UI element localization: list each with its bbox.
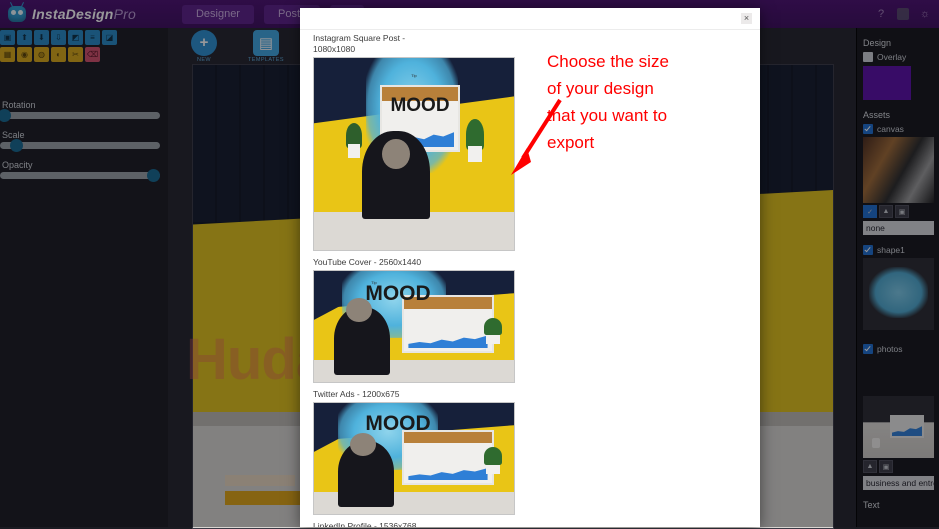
size-option-linkedin-profile[interactable]: LinkedIn Profile - 1536x768 MOOD xyxy=(313,521,528,527)
annotation-text: Choose the size of your design that you … xyxy=(547,52,669,152)
export-size-list: Instagram Square Post - 1080x1080 Tip MO… xyxy=(313,33,528,527)
size-label-youtube: YouTube Cover - 2560x1440 xyxy=(313,257,422,267)
thumb-kicker-1: Tip xyxy=(411,73,417,79)
instagram-square-thumb[interactable]: Tip MOOD xyxy=(313,57,515,251)
youtube-cover-thumb[interactable]: Tip MOOD xyxy=(313,270,515,383)
down-left-arrow xyxy=(511,98,562,175)
size-option-youtube-cover[interactable]: YouTube Cover - 2560x1440 Tip MOOD xyxy=(313,257,528,383)
size-label-linkedin: LinkedIn Profile - 1536x768 xyxy=(313,521,417,527)
modal-header: × xyxy=(300,8,760,30)
close-icon[interactable]: × xyxy=(741,13,752,24)
size-option-twitter-ads[interactable]: Twitter Ads - 1200x675 MOOD xyxy=(313,389,528,515)
thumb-headline-3: MOOD xyxy=(365,411,431,435)
size-label-twitter: Twitter Ads - 1200x675 xyxy=(313,389,400,399)
thumb-headline-1: MOOD xyxy=(390,94,450,116)
twitter-ads-thumb[interactable]: MOOD xyxy=(313,402,515,515)
size-label-instagram: Instagram Square Post - 1080x1080 xyxy=(313,33,406,54)
size-option-instagram-square[interactable]: Instagram Square Post - 1080x1080 Tip MO… xyxy=(313,33,528,251)
thumb-headline-2: MOOD xyxy=(365,282,431,306)
